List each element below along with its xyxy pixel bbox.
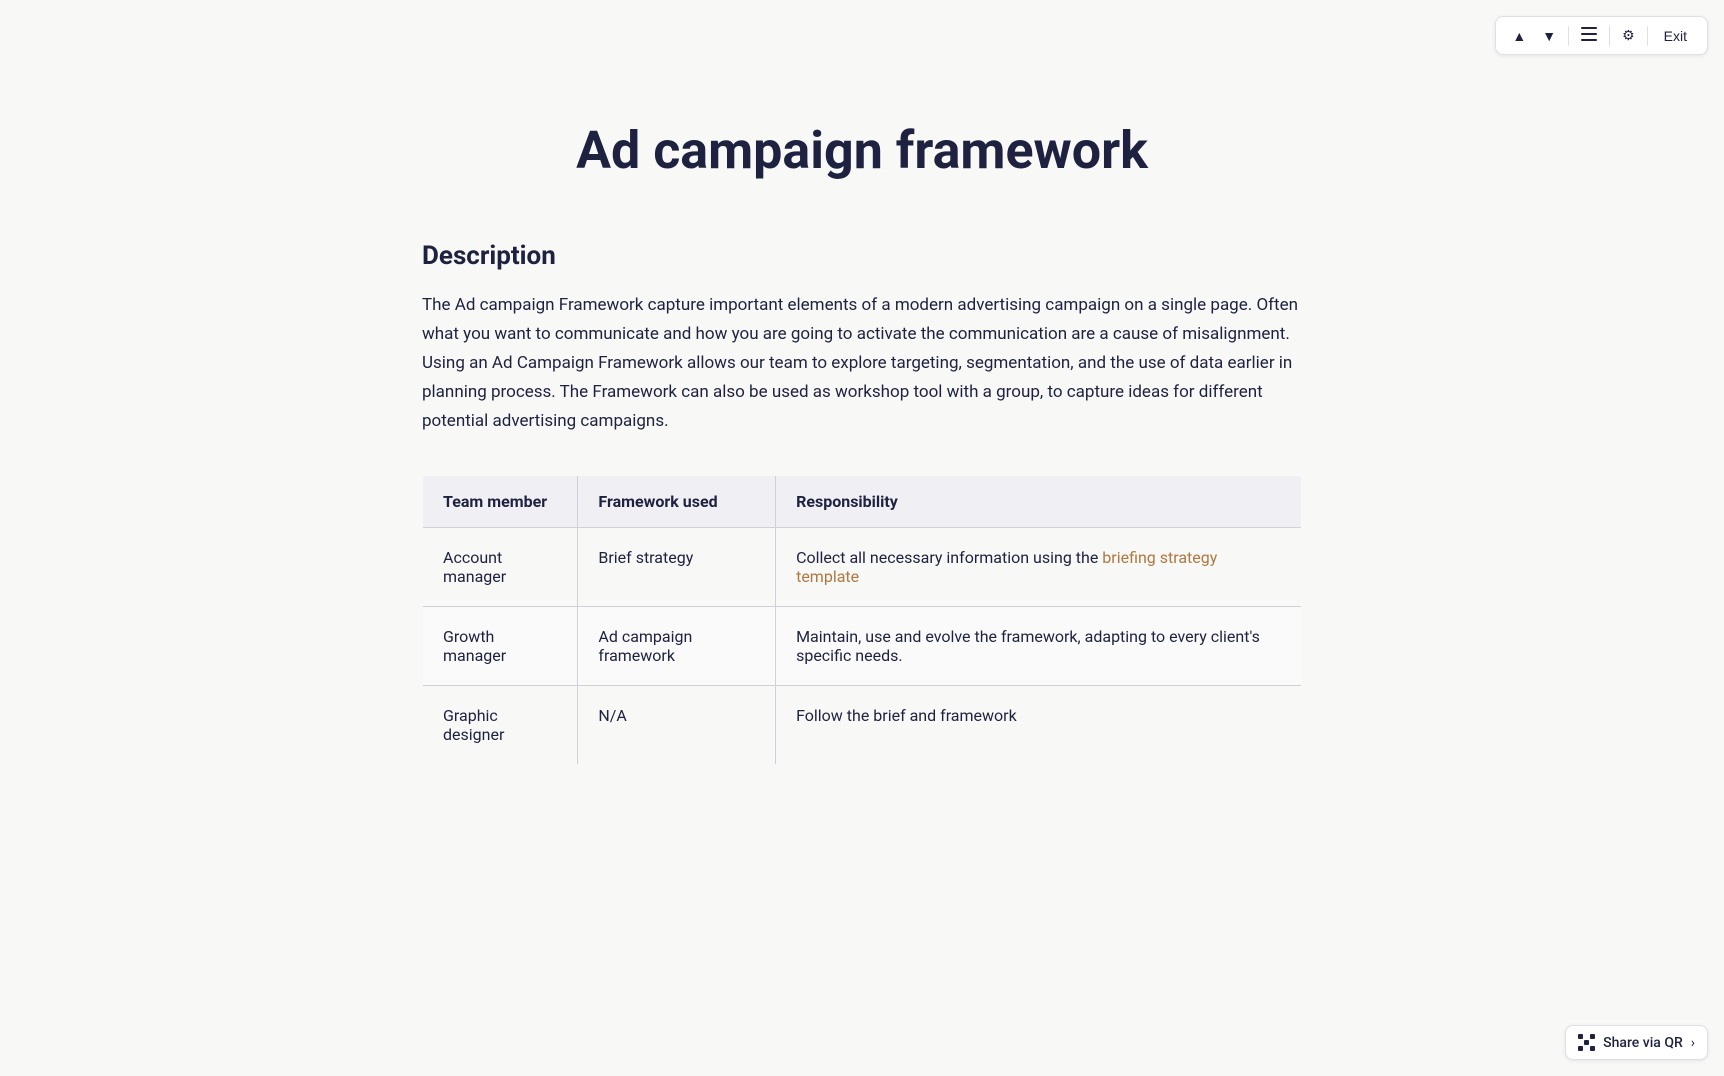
cell-framework-used: Ad campaign framework xyxy=(578,607,776,686)
briefing-strategy-link[interactable]: briefing strategy template xyxy=(796,548,1217,586)
chevron-up-button[interactable]: ▲ xyxy=(1506,24,1532,48)
cell-responsibility: Maintain, use and evolve the framework, … xyxy=(776,607,1302,686)
page-title: Ad campaign framework xyxy=(422,120,1302,181)
exit-button[interactable]: Exit xyxy=(1654,24,1697,48)
list-view-button[interactable] xyxy=(1575,23,1603,48)
description-text: The Ad campaign Framework capture import… xyxy=(422,291,1302,435)
qr-icon xyxy=(1578,1034,1595,1051)
col-team-member: Team member xyxy=(423,476,578,528)
toolbar-divider-2 xyxy=(1609,26,1610,46)
cell-team-member: Account manager xyxy=(423,528,578,607)
settings-button[interactable]: ⚙ xyxy=(1616,23,1641,48)
share-chevron-icon: › xyxy=(1691,1035,1695,1051)
table-row: Account managerBrief strategyCollect all… xyxy=(423,528,1302,607)
gear-icon: ⚙ xyxy=(1622,27,1635,44)
table-row: Growth managerAd campaign frameworkMaint… xyxy=(423,607,1302,686)
share-bar[interactable]: Share via QR › xyxy=(1565,1025,1708,1060)
description-heading: Description xyxy=(422,241,1302,271)
cell-team-member: Graphic designer xyxy=(423,686,578,765)
chevron-up-icon: ▲ xyxy=(1512,28,1526,44)
main-content: Ad campaign framework Description The Ad… xyxy=(382,0,1342,845)
col-responsibility: Responsibility xyxy=(776,476,1302,528)
cell-team-member: Growth manager xyxy=(423,607,578,686)
table-row: Graphic designerN/AFollow the brief and … xyxy=(423,686,1302,765)
chevron-down-icon: ▼ xyxy=(1542,28,1556,44)
col-framework-used: Framework used xyxy=(578,476,776,528)
framework-table: Team member Framework used Responsibilit… xyxy=(422,475,1302,765)
toolbar-divider-1 xyxy=(1568,26,1569,46)
cell-framework-used: Brief strategy xyxy=(578,528,776,607)
list-icon xyxy=(1581,27,1597,44)
toolbar: ▲ ▼ ⚙ Exit xyxy=(1495,16,1708,55)
chevron-down-button[interactable]: ▼ xyxy=(1536,24,1562,48)
table-header-row: Team member Framework used Responsibilit… xyxy=(423,476,1302,528)
toolbar-divider-3 xyxy=(1647,26,1648,46)
cell-responsibility: Collect all necessary information using … xyxy=(776,528,1302,607)
cell-framework-used: N/A xyxy=(578,686,776,765)
share-label: Share via QR xyxy=(1603,1035,1683,1051)
cell-responsibility: Follow the brief and framework xyxy=(776,686,1302,765)
